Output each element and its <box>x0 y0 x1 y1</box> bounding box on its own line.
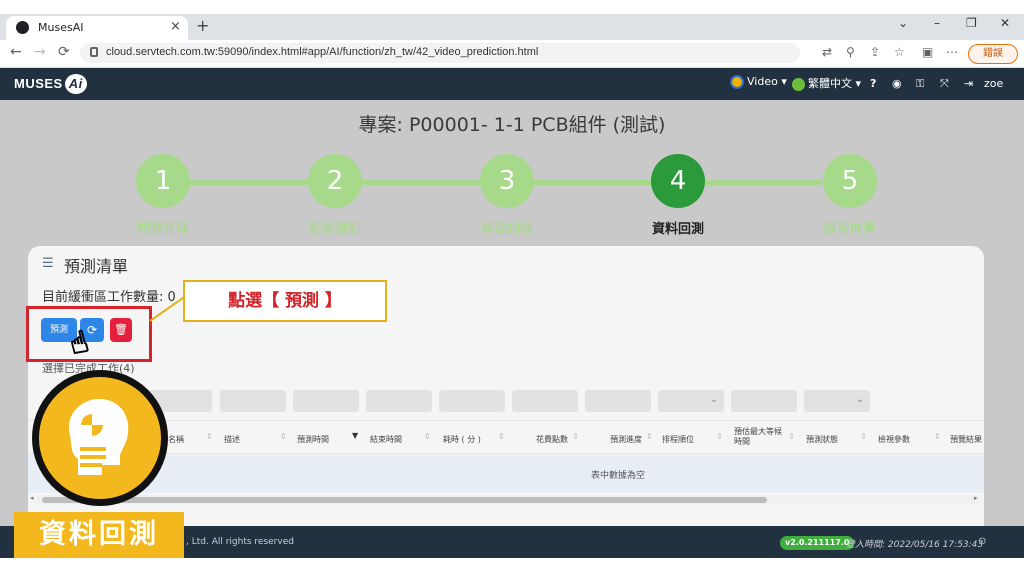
window-maximize-icon[interactable]: ❐ <box>966 16 977 30</box>
video-menu-label: Video <box>747 75 778 88</box>
column-view-params[interactable]: 檢視參數 <box>878 434 910 445</box>
step-1-label[interactable]: 問題管理 <box>108 218 218 237</box>
window-close-icon[interactable]: ✕ <box>1000 16 1010 30</box>
queue-count: 目前緩衝區工作數量: 0 <box>42 290 176 305</box>
step-5-circle[interactable]: 5 <box>823 154 877 208</box>
column-max-wait[interactable]: 預估最大等候時間 <box>734 427 782 447</box>
logo-text: MUSES <box>14 76 63 91</box>
language-menu[interactable]: 繁體中文 ▾ <box>792 75 861 91</box>
tab-search-chevron-icon[interactable]: ⌄ <box>898 16 908 30</box>
zoom-icon[interactable]: ⚲ <box>846 45 855 59</box>
sort-icon[interactable]: ⇕ <box>788 432 795 441</box>
fullscreen-icon[interactable]: ⤧ <box>940 77 949 91</box>
forward-arrow-icon[interactable]: → <box>34 44 46 60</box>
language-menu-label: 繁體中文 <box>808 77 852 90</box>
data-backtest-label: 資料回測 <box>14 512 184 558</box>
step-2-circle[interactable]: 2 <box>308 154 362 208</box>
delete-button[interactable]: 🗑 <box>110 318 132 342</box>
step-4-label[interactable]: 資料回測 <box>623 218 733 237</box>
instruction-callout: 點選【 預測 】 <box>183 280 387 322</box>
filter-max-wait[interactable] <box>731 390 797 412</box>
logo-ai-badge: Ai <box>64 74 87 94</box>
scrollbar-thumb[interactable] <box>42 497 767 503</box>
step-1-circle[interactable]: 1 <box>136 154 190 208</box>
browser-tab[interactable]: MusesAI × <box>6 16 188 40</box>
back-arrow-icon[interactable]: ← <box>10 44 22 60</box>
video-menu[interactable]: Video ▾ <box>730 75 787 89</box>
site-favicon-icon <box>16 21 29 34</box>
scroll-right-icon[interactable]: ▸ <box>974 494 978 502</box>
browser-error-button[interactable]: 錯誤 <box>968 44 1018 64</box>
copyright-text: , Ltd. All rights reserved <box>186 537 294 547</box>
ai-head-icon <box>68 398 129 475</box>
step-3-circle[interactable]: 3 <box>480 154 534 208</box>
tab-close-icon[interactable]: × <box>170 19 181 34</box>
bookmark-star-icon[interactable]: ☆ <box>894 45 905 59</box>
column-name[interactable]: 名稱 <box>168 434 184 445</box>
filter-duration[interactable] <box>439 390 505 412</box>
url-text[interactable]: cloud.servtech.com.tw:59090/index.html#a… <box>106 46 538 58</box>
sort-icon[interactable]: ⇕ <box>424 432 431 441</box>
reload-icon[interactable]: ⟳ <box>58 44 70 60</box>
tab-title: MusesAI <box>38 21 84 34</box>
filter-end-time[interactable] <box>366 390 432 412</box>
logout-icon[interactable]: ⇥ <box>964 77 973 90</box>
side-panel-icon[interactable]: ▣ <box>922 45 933 59</box>
column-points[interactable]: 花費點數 <box>536 434 568 445</box>
column-end-time[interactable]: 結束時間 <box>370 434 402 445</box>
empty-table-message: 表中數據為空 <box>590 471 645 481</box>
filter-predict-time[interactable] <box>293 390 359 412</box>
column-preview[interactable]: 預覽結果 <box>950 434 982 445</box>
sort-icon[interactable]: ⇕ <box>860 432 867 441</box>
filter-points[interactable] <box>512 390 578 412</box>
version-badge: v2.0.211117.0 <box>780 536 855 550</box>
share-icon[interactable]: ⇪ <box>870 45 880 59</box>
clock-icon: ⊙ <box>978 536 987 547</box>
sort-icon[interactable]: ⇕ <box>572 432 579 441</box>
user-name[interactable]: zoe <box>984 77 1003 90</box>
column-predict-time[interactable]: 預測時間 <box>297 434 329 445</box>
filter-description[interactable] <box>220 390 286 412</box>
chevron-down-icon: ⌄ <box>709 394 718 405</box>
column-description[interactable]: 描述 <box>224 434 240 445</box>
step-5-label[interactable]: 模型佈署 <box>795 218 905 237</box>
sort-icon[interactable]: ⇕ <box>934 432 941 441</box>
scroll-left-icon[interactable]: ◂ <box>30 494 34 502</box>
sort-icon[interactable]: ⇕ <box>206 432 213 441</box>
help-icon[interactable]: ? <box>870 77 876 90</box>
key-icon[interactable]: ⚿ <box>916 77 924 91</box>
sort-icon[interactable]: ⇕ <box>280 432 287 441</box>
step-4-circle[interactable]: 4 <box>651 154 705 208</box>
filter-schedule-select[interactable]: ⌄ <box>658 390 724 412</box>
column-progress[interactable]: 預測進度 <box>610 434 642 445</box>
sort-icon[interactable]: ⇕ <box>716 432 723 441</box>
step-3-label[interactable]: 模型訓練 <box>452 218 562 237</box>
translate-icon[interactable]: ⇄ <box>822 45 832 59</box>
list-icon: ☰ <box>42 256 54 271</box>
card-title: 預測清單 <box>64 257 129 276</box>
more-icon[interactable]: ⋯ <box>946 45 958 59</box>
filter-status-select[interactable]: ⌄ <box>804 390 870 412</box>
sort-icon[interactable]: ⇕ <box>646 432 653 441</box>
column-status[interactable]: 預測狀態 <box>806 434 838 445</box>
sort-icon[interactable]: ⇕ <box>498 432 505 441</box>
sort-desc-icon[interactable]: ▼ <box>352 431 358 440</box>
lock-icon <box>90 47 98 57</box>
window-minimize-icon[interactable]: – <box>934 16 940 30</box>
new-tab-icon[interactable]: + <box>196 16 209 35</box>
login-time: 登入時間: 2022/05/16 17:53:43 <box>846 540 984 550</box>
step-2-label[interactable]: 影像標記 <box>280 218 390 237</box>
chevron-down-icon: ⌄ <box>855 394 864 405</box>
globe-icon <box>792 77 805 91</box>
muses-ai-logo[interactable]: MUSES Ai <box>14 74 87 94</box>
column-schedule[interactable]: 排程順位 <box>662 434 694 445</box>
video-icon <box>730 75 744 89</box>
filter-progress[interactable] <box>585 390 651 412</box>
record-icon[interactable]: ◉ <box>892 77 902 90</box>
column-duration[interactable]: 耗時 ( 分 ) <box>443 434 481 445</box>
project-title: 專案: P00001- 1-1 PCB組件 (測試) <box>358 114 666 136</box>
